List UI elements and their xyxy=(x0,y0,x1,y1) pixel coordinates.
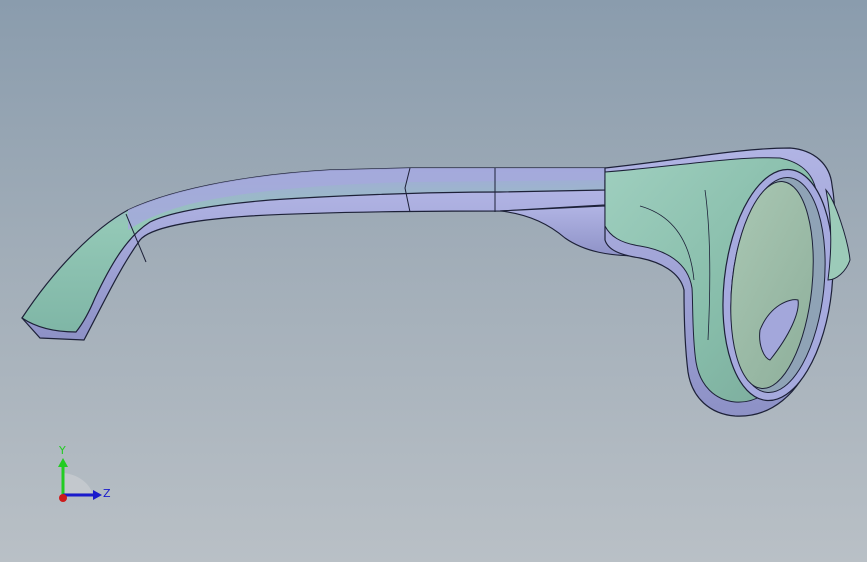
triad-xz-plane xyxy=(63,473,92,493)
triad-y-label: Y xyxy=(58,444,66,457)
sunglasses-model[interactable] xyxy=(0,0,867,562)
triad-z-label: Z xyxy=(103,487,111,500)
triad-origin xyxy=(59,494,67,502)
graphics-viewport[interactable]: Y Z xyxy=(0,0,867,562)
view-orientation-triad: Y Z xyxy=(58,444,111,502)
triad-z-arrowhead xyxy=(93,490,102,500)
triad-y-arrowhead xyxy=(58,458,68,467)
